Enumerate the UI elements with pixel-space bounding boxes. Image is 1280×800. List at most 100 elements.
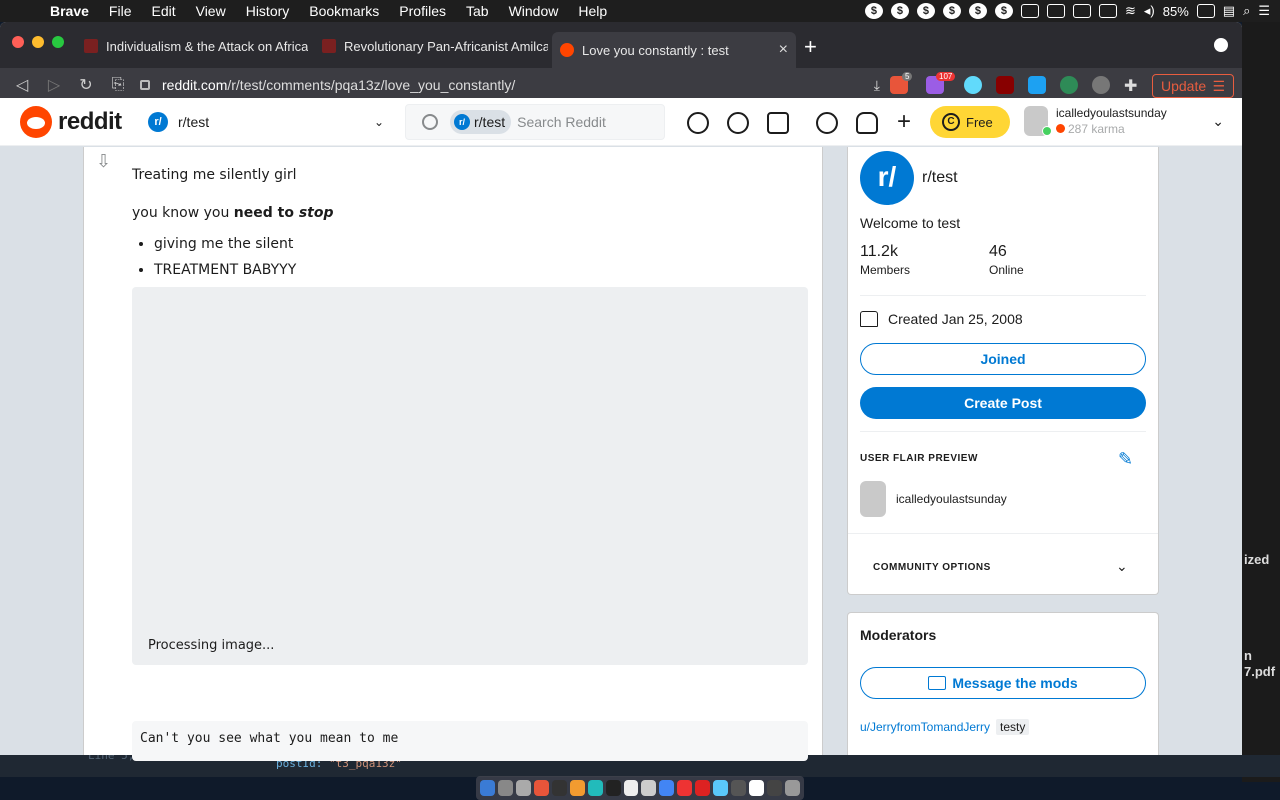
app-icon[interactable] <box>587 780 603 796</box>
bookmark-icon[interactable]: ⎘ <box>102 76 134 94</box>
menu-file[interactable]: File <box>99 3 142 19</box>
subreddit-icon[interactable]: r/ <box>860 151 914 205</box>
control-center-icon[interactable]: ☰ <box>1258 3 1270 19</box>
volume-icon[interactable]: ◂) <box>1144 3 1155 19</box>
extension-icon[interactable] <box>1060 76 1078 94</box>
flair-preview: icalledyoulastsunday <box>860 481 1007 517</box>
chat-icon[interactable] <box>816 112 838 134</box>
notifications-bell-icon[interactable] <box>856 112 878 134</box>
search-input[interactable] <box>517 114 648 130</box>
airplay-icon[interactable] <box>1072 4 1091 18</box>
tab-search-chevron-icon[interactable] <box>1214 38 1228 52</box>
user-menu[interactable]: icalledyoulastsunday 287 karma ⌄ <box>1024 102 1224 140</box>
wifi-icon[interactable]: ≋ <box>1125 3 1136 19</box>
forward-arrow-icon[interactable]: ▷ <box>38 75 70 95</box>
address-bar[interactable]: reddit.com/r/test/comments/pqa13z/love_y… <box>140 72 880 98</box>
extension-icon[interactable] <box>1092 76 1110 94</box>
brave-icon[interactable] <box>533 780 549 796</box>
reddit-logo[interactable]: reddit <box>20 106 122 138</box>
community-dropdown[interactable]: r/ r/test ⌄ <box>148 108 384 136</box>
menu-profiles[interactable]: Profiles <box>389 3 456 19</box>
all-chart-icon[interactable] <box>727 112 749 134</box>
moderator-link[interactable]: u/JerryfromTomandJerry <box>860 720 990 734</box>
downvote-arrow-icon[interactable]: ⇩ <box>96 151 111 172</box>
create-plus-icon[interactable]: + <box>897 108 911 136</box>
update-label: Update <box>1161 78 1207 94</box>
status-app-icon[interactable]: $ <box>968 3 987 19</box>
close-window-button[interactable] <box>12 36 24 48</box>
menu-bookmarks[interactable]: Bookmarks <box>299 3 389 19</box>
battery-icon[interactable] <box>1196 4 1215 18</box>
app-icon[interactable] <box>605 780 621 796</box>
free-coins-button[interactable]: C Free <box>930 106 1010 138</box>
time-machine-icon[interactable] <box>1046 4 1065 18</box>
extension-icon[interactable] <box>1028 76 1046 94</box>
status-app-icon[interactable]: $ <box>916 3 935 19</box>
spotlight-search-icon[interactable]: ⌕ <box>1243 3 1250 19</box>
reload-icon[interactable]: ↻ <box>70 75 102 95</box>
menu-edit[interactable]: Edit <box>141 3 185 19</box>
tab-individualism[interactable]: Individualism & the Attack on Africa <box>76 32 308 60</box>
launchpad-icon[interactable] <box>497 780 513 796</box>
trash-icon[interactable] <box>784 780 800 796</box>
menu-window[interactable]: Window <box>499 3 569 19</box>
menu-app-name[interactable]: Brave <box>40 3 99 19</box>
community-options-toggle[interactable]: COMMUNITY OPTIONS ⌄ <box>848 533 1158 595</box>
tab-pan-africanist[interactable]: Revolutionary Pan-Africanist Amilca <box>314 32 548 60</box>
popular-arrow-icon[interactable] <box>687 112 709 134</box>
menu-view[interactable]: View <box>186 3 236 19</box>
folder-icon[interactable] <box>713 780 729 796</box>
message-mods-button[interactable]: Message the mods <box>860 667 1146 699</box>
status-app-icon[interactable]: $ <box>864 3 883 19</box>
status-app-icon[interactable]: $ <box>942 3 961 19</box>
download-page-icon[interactable]: ⤓ <box>874 77 880 94</box>
back-arrow-icon[interactable]: ◁ <box>6 75 38 95</box>
search-scope-chip[interactable]: r/ r/test <box>450 110 512 134</box>
tab-favicon-icon <box>84 39 98 53</box>
status-app-icon[interactable]: $ <box>994 3 1013 19</box>
app-icon[interactable] <box>641 780 657 796</box>
acrobat-icon[interactable] <box>695 780 711 796</box>
tab-title: Revolutionary Pan-Africanist Amilca <box>344 38 548 54</box>
close-tab-icon[interactable]: × <box>769 41 788 59</box>
extensions-puzzle-icon[interactable]: ✚ <box>1124 76 1142 95</box>
edit-pencil-icon[interactable]: ✎ <box>1118 449 1140 471</box>
menu-tab[interactable]: Tab <box>456 3 499 19</box>
battery-percent[interactable]: 85% <box>1163 4 1189 19</box>
search-icon <box>422 114 438 130</box>
display-icon[interactable] <box>1020 4 1039 18</box>
menu-icon[interactable]: ☰ <box>1212 78 1225 95</box>
chrome-icon[interactable] <box>659 780 675 796</box>
menu-history[interactable]: History <box>236 3 300 19</box>
finder-icon[interactable] <box>480 780 495 796</box>
rewards-badge: 107 <box>936 72 956 81</box>
menu-help[interactable]: Help <box>568 3 617 19</box>
app-icon[interactable] <box>677 780 693 796</box>
minimize-window-button[interactable] <box>32 36 44 48</box>
terminal-icon[interactable] <box>551 780 567 796</box>
status-app-icon[interactable]: $ <box>890 3 909 19</box>
update-button[interactable]: Update ☰ <box>1152 74 1234 98</box>
search-bar[interactable]: r/ r/test <box>405 104 665 140</box>
app-icon[interactable] <box>767 780 782 796</box>
keyboard-icon[interactable] <box>1098 4 1117 18</box>
notes-icon[interactable] <box>623 780 639 796</box>
video-icon[interactable] <box>767 112 789 134</box>
status-menu-area: $ $ $ $ $ $ ≋ ◂) 85% ▤ ⌕ ☰ <box>864 0 1270 22</box>
ublock-icon[interactable] <box>996 76 1014 94</box>
flag-icon[interactable]: ▤ <box>1223 3 1235 19</box>
react-devtools-icon[interactable] <box>964 76 982 94</box>
community-name[interactable]: r/test <box>922 169 958 187</box>
app-icon[interactable] <box>731 780 747 796</box>
pdf-icon[interactable] <box>749 780 764 796</box>
new-tab-plus-icon[interactable]: + <box>804 34 817 60</box>
sublime-icon[interactable] <box>569 780 585 796</box>
zoom-window-button[interactable] <box>52 36 64 48</box>
tab-love-you-constantly[interactable]: Love you constantly : test × <box>552 32 796 68</box>
lock-icon[interactable] <box>140 80 150 90</box>
create-post-button[interactable]: Create Post <box>860 387 1146 419</box>
app-icon[interactable] <box>515 780 531 796</box>
shields-badge: 5 <box>902 72 913 81</box>
joined-button[interactable]: Joined <box>860 343 1146 375</box>
chevron-down-icon: ⌄ <box>373 115 384 129</box>
